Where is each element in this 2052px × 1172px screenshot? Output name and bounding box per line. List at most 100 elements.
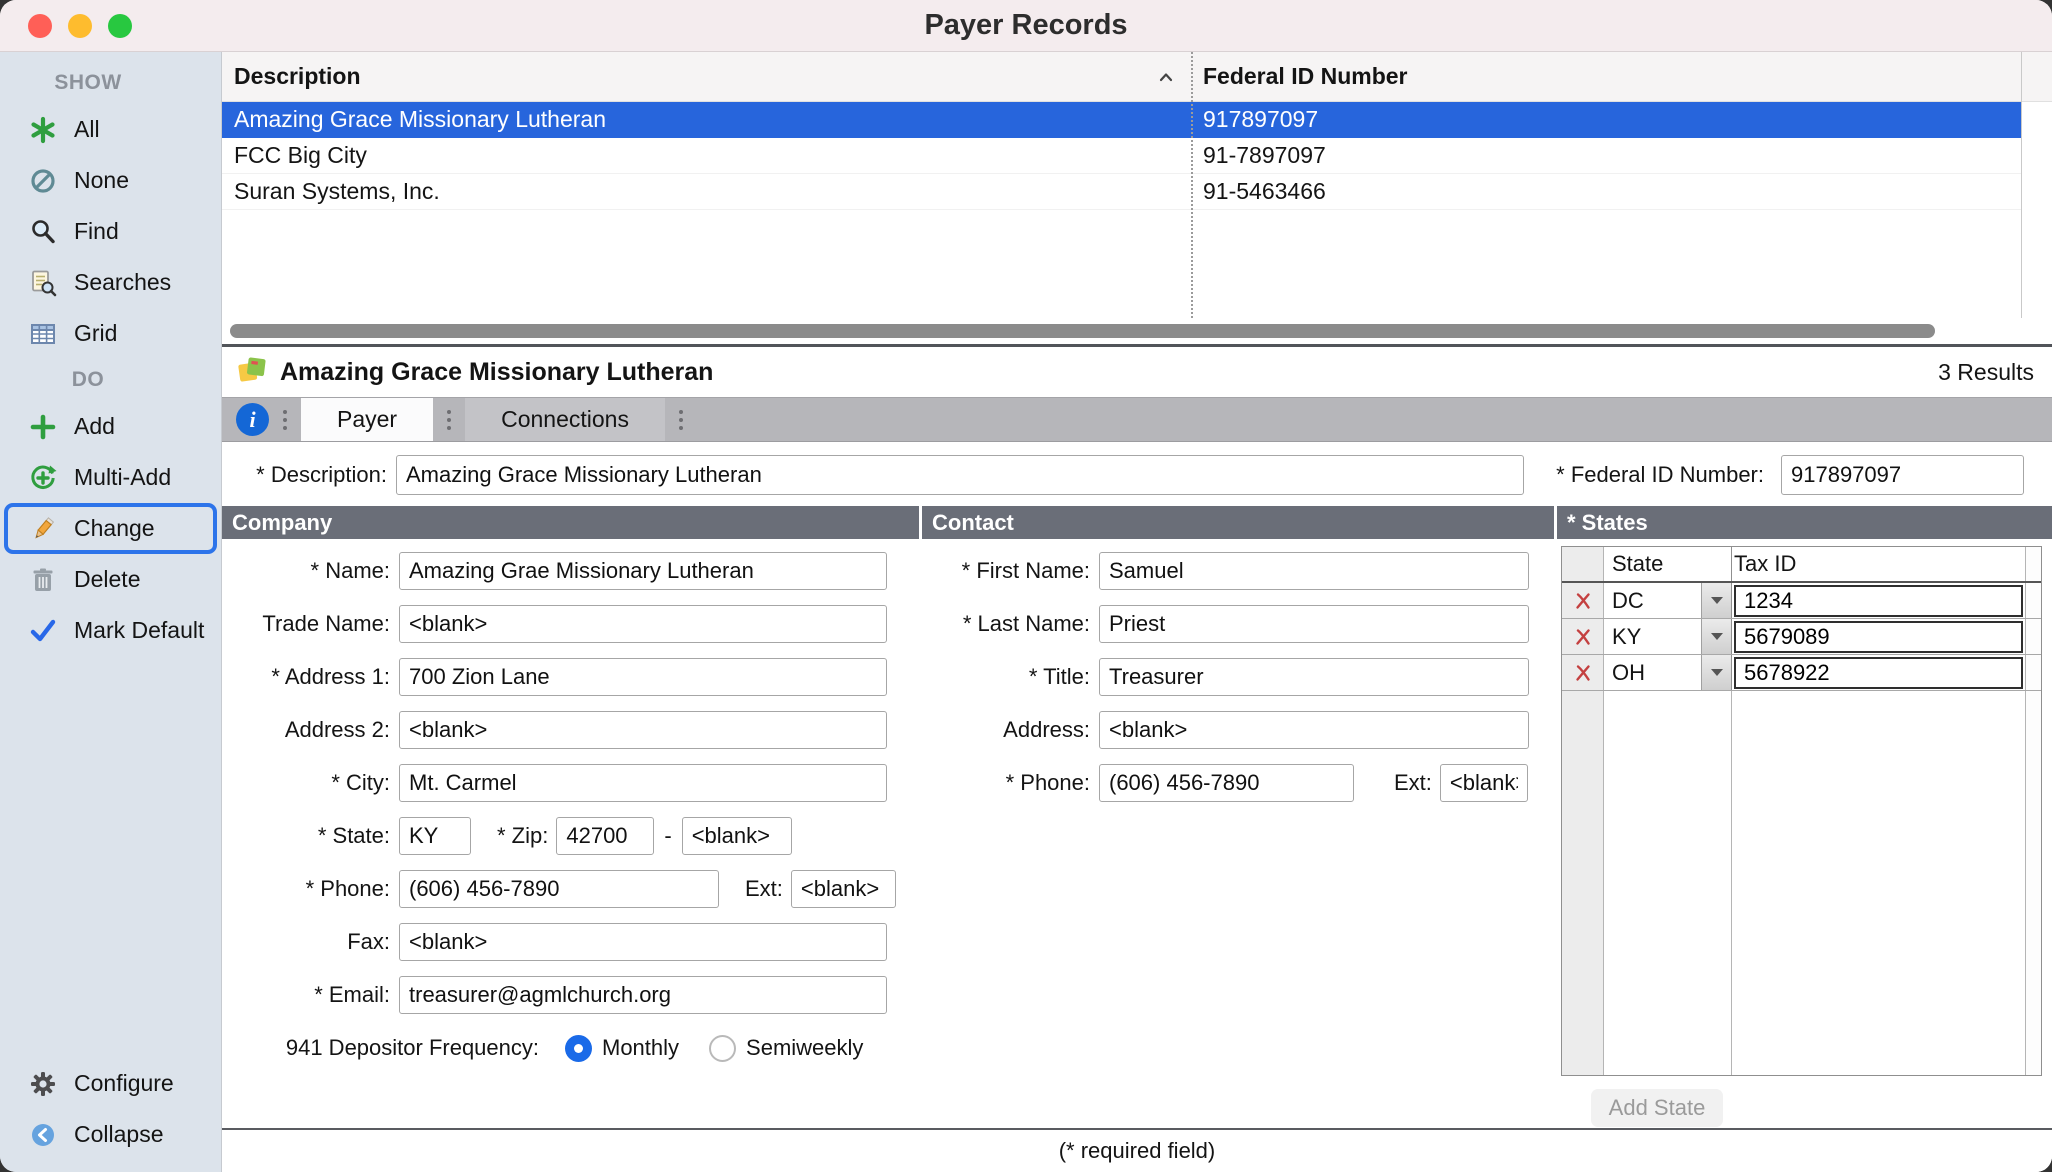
contact-ext-label: Ext: — [1394, 770, 1432, 796]
company-ext-input[interactable] — [791, 870, 896, 908]
sidebar-item-delete[interactable]: Delete — [4, 554, 217, 605]
monthly-radio[interactable] — [565, 1035, 592, 1062]
table-row-empty — [222, 246, 2021, 282]
monthly-radio-label[interactable]: Monthly — [602, 1035, 679, 1061]
company-name-input[interactable] — [399, 552, 887, 590]
chevron-down-icon[interactable] — [1701, 583, 1731, 618]
states-scrollbar-track — [2025, 655, 2041, 690]
cell-federal-id: 91-7897097 — [1191, 142, 2021, 169]
tax-id-input[interactable] — [1734, 657, 2023, 689]
contact-ext-input[interactable] — [1440, 764, 1528, 802]
sidebar-item-searches[interactable]: Searches — [4, 257, 217, 308]
first-name-input[interactable] — [1099, 552, 1529, 590]
semiweekly-radio[interactable] — [709, 1035, 736, 1062]
sidebar-item-label: Mark Default — [74, 617, 204, 644]
states-row-empty — [1562, 691, 2041, 1075]
states-row: OH — [1562, 655, 2041, 691]
federal-id-input[interactable] — [1781, 455, 2024, 495]
drag-handle-icon[interactable] — [433, 410, 465, 430]
records-table-header: Description Federal ID Number — [222, 52, 2052, 102]
sidebar-item-grid[interactable]: Grid — [4, 308, 217, 359]
state-select[interactable]: KY — [1604, 619, 1732, 654]
drag-handle-icon[interactable] — [665, 410, 697, 430]
delete-state-cell[interactable] — [1562, 583, 1604, 618]
state-select[interactable]: DC — [1604, 583, 1732, 618]
column-header-federal-id[interactable]: Federal ID Number — [1191, 52, 2052, 101]
sidebar-item-label: None — [74, 167, 129, 194]
search-icon — [26, 215, 60, 249]
sidebar-item-mark-default[interactable]: Mark Default — [4, 605, 217, 656]
window-title: Payer Records — [0, 9, 2052, 42]
state-input[interactable] — [399, 817, 471, 855]
city-input[interactable] — [399, 764, 887, 802]
tab-connections[interactable]: Connections — [465, 398, 665, 441]
sidebar-item-label: Find — [74, 218, 119, 245]
sidebar-item-multi-add[interactable]: Multi-Add — [4, 452, 217, 503]
zip-input[interactable] — [556, 817, 654, 855]
drag-handle-icon[interactable] — [269, 410, 301, 430]
add-state-button[interactable]: Add State — [1591, 1089, 1723, 1127]
tab-payer[interactable]: Payer — [301, 398, 433, 441]
sidebar-item-none[interactable]: None — [4, 155, 217, 206]
state-select-value: KY — [1612, 624, 1641, 650]
zip-label: * Zip: — [497, 823, 548, 849]
table-row[interactable]: Suran Systems, Inc. 91-5463466 — [222, 174, 2021, 210]
fax-input[interactable] — [399, 923, 887, 961]
grid-icon — [26, 317, 60, 351]
chevron-down-icon[interactable] — [1701, 655, 1731, 690]
content-area: Description Federal ID Number Amazing Gr… — [222, 52, 2052, 1172]
last-name-label: * Last Name: — [922, 611, 1099, 637]
cell-description: FCC Big City — [222, 142, 1191, 169]
sidebar-item-collapse[interactable]: Collapse — [4, 1109, 217, 1160]
tax-id-input[interactable] — [1734, 621, 2023, 653]
states-panel: * States State Tax ID — [1557, 506, 2052, 1128]
last-name-input[interactable] — [1099, 605, 1529, 643]
app-window: Payer Records SHOW All None — [0, 0, 2052, 1172]
company-phone-input[interactable] — [399, 870, 719, 908]
contact-address-input[interactable] — [1099, 711, 1529, 749]
column-header-description[interactable]: Description — [222, 52, 1191, 101]
sidebar-item-change[interactable]: Change — [4, 503, 217, 554]
sidebar-item-label: Multi-Add — [74, 464, 171, 491]
sidebar-item-find[interactable]: Find — [4, 206, 217, 257]
address1-input[interactable] — [399, 658, 887, 696]
tax-id-input[interactable] — [1734, 585, 2023, 617]
table-row[interactable]: Amazing Grace Missionary Lutheran 917897… — [222, 102, 2021, 138]
title-input[interactable] — [1099, 658, 1529, 696]
payer-form: * Description: * Federal ID Number: Comp… — [222, 442, 2052, 1172]
contact-phone-input[interactable] — [1099, 764, 1354, 802]
company-ext-label: Ext: — [745, 876, 783, 902]
sidebar-item-all[interactable]: All — [4, 104, 217, 155]
horizontal-scrollbar[interactable] — [222, 318, 2052, 344]
horizontal-scrollbar-thumb[interactable] — [230, 324, 1935, 338]
semiweekly-radio-label[interactable]: Semiweekly — [746, 1035, 863, 1061]
sidebar-item-add[interactable]: Add — [4, 401, 217, 452]
trade-name-input[interactable] — [399, 605, 887, 643]
close-button[interactable] — [28, 14, 52, 38]
sidebar-item-label: Configure — [74, 1070, 174, 1097]
delete-state-cell[interactable] — [1562, 655, 1604, 690]
minimize-button[interactable] — [68, 14, 92, 38]
states-column-taxid: Tax ID — [1732, 547, 2025, 581]
address2-label: Address 2: — [222, 717, 399, 743]
company-name-label: * Name: — [222, 558, 399, 584]
table-row[interactable]: FCC Big City 91-7897097 — [222, 138, 2021, 174]
info-icon[interactable]: i — [236, 403, 269, 436]
zip-plus4-input[interactable] — [682, 817, 792, 855]
states-panel-body: State Tax ID DC — [1557, 539, 2052, 1128]
description-input[interactable] — [396, 455, 1524, 495]
address2-input[interactable] — [399, 711, 887, 749]
chevron-down-icon[interactable] — [1701, 619, 1731, 654]
sort-ascending-icon — [1157, 63, 1175, 90]
state-select[interactable]: OH — [1604, 655, 1732, 690]
tax-id-cell — [1732, 583, 2025, 618]
sidebar-item-label: Grid — [74, 320, 117, 347]
sidebar-item-label: Collapse — [74, 1121, 164, 1148]
none-circle-icon — [26, 164, 60, 198]
email-input[interactable] — [399, 976, 887, 1014]
zoom-button[interactable] — [108, 14, 132, 38]
delete-state-cell[interactable] — [1562, 619, 1604, 654]
states-row: DC — [1562, 583, 2041, 619]
required-field-note: (* required field) — [1059, 1138, 1216, 1164]
sidebar-item-configure[interactable]: Configure — [4, 1058, 217, 1109]
